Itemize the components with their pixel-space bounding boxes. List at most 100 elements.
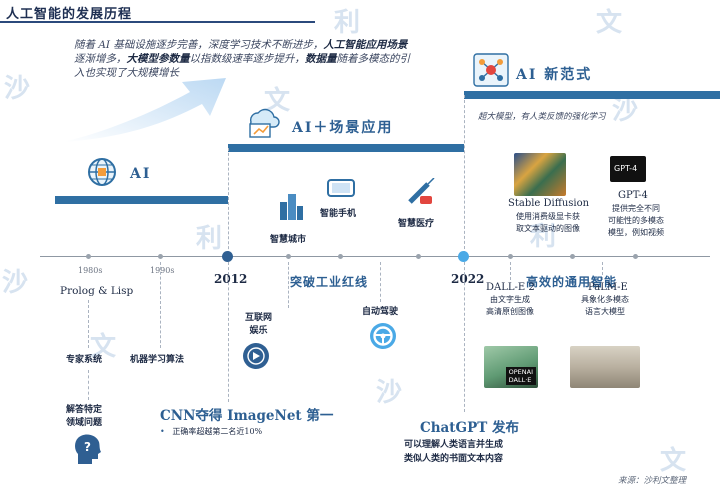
connector-dalle: [510, 262, 511, 280]
tick-scene-2: [338, 254, 343, 259]
palme-description: 具象化多模态 语言大模型: [572, 294, 638, 318]
chatgpt-desc-line2: 类似人类的书面文本内容: [404, 454, 504, 464]
sd-desc-line1: 使用消费级显卡获: [516, 212, 580, 221]
page-title: 人工智能的发展历程: [6, 7, 133, 22]
entertainment-globe-icon: [243, 343, 269, 369]
palme-robot-image: [570, 346, 640, 388]
cnn-note: • 正确率超越第二名近10%: [160, 426, 262, 437]
watermark-1: 沙: [4, 74, 33, 104]
era-label-scene: AI＋场景应用: [292, 120, 394, 136]
era-band-new: [464, 91, 720, 99]
label-gpt4: GPT-4: [618, 190, 648, 201]
title-underline: [0, 21, 315, 23]
label-domain-qa: 解答特定 领域问题: [66, 404, 102, 430]
watermark-11: 文: [660, 446, 689, 476]
steering-wheel-icon: [370, 323, 396, 349]
divider-2012-bottom: [228, 262, 229, 402]
divider-2022-top: [464, 95, 465, 254]
year-2022: 2022: [451, 272, 485, 286]
timeline-axis: [40, 256, 710, 257]
label-autonomous-driving: 自动驾驶: [362, 307, 399, 317]
tick-new-2: [570, 254, 575, 259]
sd-description: 使用消费级显卡获 取文本驱动的图像: [506, 211, 590, 235]
year-1980s: 1980s: [78, 266, 103, 275]
gpt4-description: 提供完全不同 可能性的多模态 模型，例如视频: [598, 203, 674, 239]
smartphone-icon: [327, 179, 355, 197]
label-machine-learning: 机器学习算法: [130, 355, 185, 365]
era-band-ai: [55, 196, 228, 204]
connector-qa: [88, 370, 89, 400]
intro-text-2: 逐渐增多，: [74, 53, 127, 65]
chatgpt-desc-line1: 可以理解人类语言并生成: [404, 440, 504, 450]
connector-internet: [288, 262, 289, 308]
intro-text-1: 随着 AI 基础设施逐步完善，深度学习技术不断进步，: [74, 39, 324, 51]
milestone-2012: [222, 251, 233, 262]
qa-line2: 领域问题: [66, 418, 103, 428]
label-dalle2: DALL-E 2: [486, 282, 535, 293]
dalle-logo-badge: OPENAI DALL·E: [505, 367, 536, 385]
palme-desc-line1: 具象化多模态: [581, 295, 629, 304]
watermark-10: 沙: [376, 378, 405, 408]
intro-highlight-2: 大模型参数量: [126, 53, 190, 65]
watermark-6: 沙: [2, 268, 31, 298]
gpt4-desc-line3: 模型，例如视频: [608, 228, 664, 237]
stable-diffusion-image: [514, 153, 566, 196]
watermark-7: 利: [196, 224, 225, 254]
tick-1980: [86, 254, 91, 259]
intro-text-3: 以指数级速率逐步提升，: [189, 53, 306, 65]
connector-palme: [602, 262, 603, 280]
cnn-note-text: 正确率超越第二名近10%: [172, 427, 263, 436]
dalle-description: 由文字生成 高清原创图像: [478, 294, 542, 318]
gpt4-logo-image: GPT-4: [610, 156, 646, 182]
tick-1990: [158, 254, 163, 259]
intro-highlight-1: 人工智能应用场景: [323, 39, 408, 51]
tick-scene-3: [416, 254, 421, 259]
head-question-icon: ?: [75, 434, 101, 464]
syringe-icon: [408, 178, 435, 204]
dalle-desc-line2: 高清原创图像: [486, 307, 534, 316]
label-cnn-imagenet: CNN夺得 ImageNet 第一: [160, 408, 334, 424]
divider-2012-top: [228, 148, 229, 254]
intro-paragraph: 随着 AI 基础设施逐步完善，深度学习技术不断进步，人工智能应用场景逐渐增多，大…: [74, 38, 416, 80]
connector-auto: [380, 262, 381, 302]
label-expert-system: 专家系统: [66, 355, 103, 365]
era-label-ai: AI: [130, 166, 152, 182]
tick-scene-1: [286, 254, 291, 259]
watermark-3: 文: [596, 8, 625, 38]
internet-line1: 互联网: [245, 313, 273, 323]
year-2012: 2012: [214, 272, 248, 286]
dalle-desc-line1: 由文字生成: [490, 295, 530, 304]
city-buildings-icon: [280, 194, 303, 220]
era-new-subtitle: 超大模型，有人类反馈的强化学习: [478, 112, 606, 122]
internet-line2: 娱乐: [249, 326, 268, 336]
gpt4-logo-text: GPT-4: [614, 164, 638, 173]
era-band-scene: [228, 144, 464, 152]
dalle-logo-line1: OPENAI: [508, 368, 533, 376]
intro-highlight-3: 数据量: [305, 53, 337, 65]
divider-2022-bottom: [464, 262, 465, 412]
gpt4-desc-line1: 提供完全不同: [612, 204, 660, 213]
globe-icon: [88, 158, 116, 186]
chatgpt-description: 可以理解人类语言并生成 类似人类的书面文本内容: [404, 438, 503, 466]
heading-industry: 突破工业红线: [290, 275, 369, 289]
qa-line1: 解答特定: [66, 405, 103, 415]
label-smart-phone: 智能手机: [320, 209, 357, 219]
label-smart-city: 智慧城市: [270, 235, 307, 245]
label-chatgpt-release: ChatGPT 发布: [420, 420, 519, 436]
tick-new-3: [633, 254, 638, 259]
year-1990s: 1990s: [150, 266, 175, 275]
palme-desc-line2: 语言大模型: [585, 307, 625, 316]
network-icon: [473, 53, 509, 87]
era-label-new: AI 新范式: [516, 67, 593, 83]
growth-arrow-icon: [62, 78, 226, 142]
bullet-icon: •: [160, 427, 165, 436]
milestone-2022: [458, 251, 469, 262]
connector-expert: [88, 300, 89, 348]
dalle-image: OPENAI DALL·E: [484, 346, 538, 388]
watermark-2: 利: [334, 8, 363, 38]
label-palme: PaLM-E: [588, 282, 628, 293]
label-prolog-lisp: Prolog & Lisp: [60, 285, 134, 297]
source-note: 来源：沙利文整理: [618, 476, 687, 486]
gpt4-desc-line2: 可能性的多模态: [608, 216, 664, 225]
sd-desc-line2: 取文本驱动的图像: [516, 224, 580, 233]
